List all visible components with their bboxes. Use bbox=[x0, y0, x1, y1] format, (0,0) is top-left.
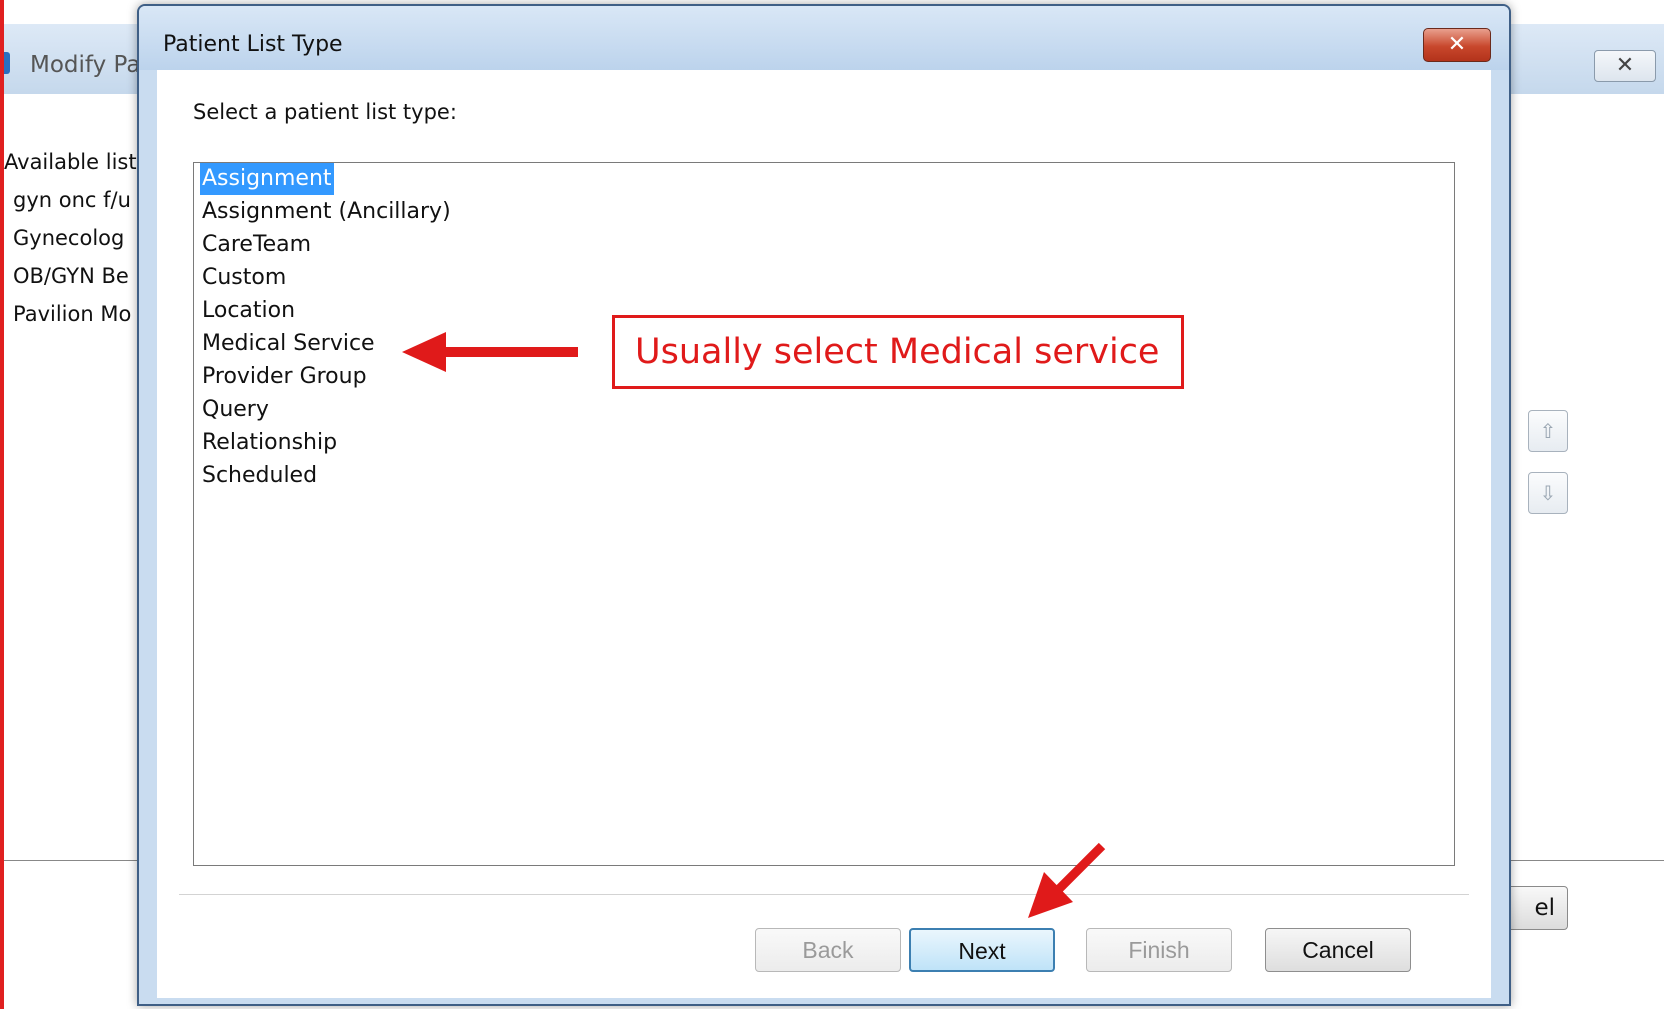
dialog-title: Patient List Type bbox=[163, 32, 343, 57]
annotation-callout: Usually select Medical service bbox=[612, 315, 1184, 389]
list-type-prompt: Select a patient list type: bbox=[193, 100, 457, 124]
list-type-item-location[interactable]: Location bbox=[200, 295, 297, 327]
cancel-button[interactable]: Cancel bbox=[1265, 928, 1411, 972]
footer-separator bbox=[179, 894, 1469, 896]
move-up-icon[interactable]: ⇧ bbox=[1528, 410, 1568, 452]
available-list-item[interactable]: OB/GYN Be bbox=[13, 264, 129, 288]
back-button[interactable]: Back bbox=[755, 928, 901, 972]
list-type-item-medical-service[interactable]: Medical Service bbox=[200, 328, 377, 360]
annotation-left-border bbox=[0, 0, 4, 1009]
finish-button[interactable]: Finish bbox=[1086, 928, 1232, 972]
list-type-item-assignment-ancillary[interactable]: Assignment (Ancillary) bbox=[200, 196, 453, 228]
patient-list-type-dialog: Patient List Type ✕ Select a patient lis… bbox=[137, 4, 1511, 1006]
available-list-item[interactable]: Gynecolog bbox=[13, 226, 124, 250]
available-list-item[interactable]: gyn onc f/u bbox=[13, 188, 131, 212]
dialog-body: Select a patient list type: Assignment A… bbox=[157, 70, 1491, 998]
next-button[interactable]: Next bbox=[909, 928, 1055, 972]
dialog-titlebar[interactable]: Patient List Type ✕ bbox=[139, 6, 1509, 70]
background-window-title: Modify Pa bbox=[30, 52, 141, 78]
available-lists-label: Available list bbox=[4, 150, 137, 174]
list-type-item-provider-group[interactable]: Provider Group bbox=[200, 361, 369, 393]
move-down-icon[interactable]: ⇩ bbox=[1528, 472, 1568, 514]
list-type-item-scheduled[interactable]: Scheduled bbox=[200, 460, 319, 492]
list-type-listbox[interactable]: Assignment Assignment (Ancillary) CareTe… bbox=[193, 162, 1455, 866]
list-type-item-custom[interactable]: Custom bbox=[200, 262, 288, 294]
list-type-item-relationship[interactable]: Relationship bbox=[200, 427, 339, 459]
dialog-close-icon[interactable]: ✕ bbox=[1423, 28, 1491, 62]
list-type-item-careteam[interactable]: CareTeam bbox=[200, 229, 313, 261]
list-type-item-query[interactable]: Query bbox=[200, 394, 271, 426]
background-close-icon[interactable]: ✕ bbox=[1594, 50, 1656, 82]
list-type-item-assignment[interactable]: Assignment bbox=[200, 163, 334, 195]
available-list-item[interactable]: Pavilion Mo bbox=[13, 302, 131, 326]
